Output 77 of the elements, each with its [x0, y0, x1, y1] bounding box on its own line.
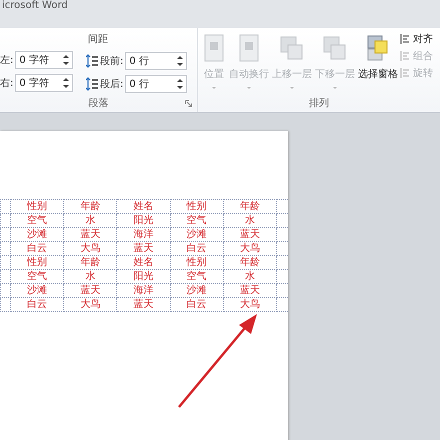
spacing-field-label: 段前:	[100, 55, 124, 68]
spin-arrows-icon[interactable]	[63, 54, 70, 66]
spacing-field[interactable]: 0 行	[125, 75, 188, 93]
ribbon-button[interactable]: 选择窗格	[357, 28, 399, 94]
line-spacing-icon	[86, 54, 98, 68]
table-cell: 水	[64, 214, 117, 228]
layer-icon	[237, 34, 261, 62]
group-label: 排列	[309, 96, 329, 110]
table-cell: 姓名	[116, 256, 170, 270]
indent-label: 右:	[0, 77, 14, 90]
table-cell: 大鸟	[223, 298, 276, 312]
table-cell: 白云	[10, 242, 64, 256]
arrange-icon	[400, 34, 410, 44]
table-cell: 白云	[10, 298, 64, 312]
window-title: icrosoft Word	[1, 0, 68, 12]
table-cell: 蓝天	[116, 298, 170, 312]
table-cell: 水	[223, 270, 276, 284]
table-cell: 沙滩	[10, 284, 64, 298]
table-cell: 大鸟	[223, 242, 276, 256]
table-cell: 年龄	[64, 200, 117, 214]
table-cell	[0, 242, 11, 256]
layer-icon	[366, 34, 390, 62]
table-cell: 沙滩	[10, 228, 64, 242]
table-cell: 海洋	[116, 284, 170, 298]
spin-arrows-icon[interactable]	[177, 55, 184, 67]
line-spacing-icon	[86, 77, 98, 91]
table-cell	[0, 284, 11, 298]
table-cell: 蓝天	[223, 228, 276, 242]
spacing-field-label: 段后:	[100, 78, 124, 91]
table-cell: 性别	[170, 200, 224, 214]
table-cell: 白云	[170, 242, 224, 256]
spin-arrows-icon[interactable]	[63, 77, 70, 89]
table-cell: 白云	[170, 298, 224, 312]
spin-arrows-icon[interactable]	[177, 78, 184, 90]
table-cell: 大鸟	[64, 242, 117, 256]
dialog-launcher-icon[interactable]	[185, 100, 192, 107]
table-cell: 阳光	[116, 270, 170, 284]
indent-label: 左:	[0, 54, 14, 67]
table-cell: 阳光	[116, 214, 170, 228]
indent-field[interactable]: 0 字符	[15, 74, 74, 92]
table-cell: 大鸟	[64, 298, 117, 312]
table-cell	[0, 228, 11, 242]
table-cell: 蓝天	[64, 284, 117, 298]
layer-icon	[280, 34, 304, 62]
table-cell: 空气	[170, 214, 224, 228]
table-cell: 蓝天	[223, 284, 276, 298]
table-cell: 沙滩	[170, 284, 224, 298]
table-cell: 水	[223, 214, 276, 228]
table-cell: 年龄	[64, 256, 117, 270]
ribbon-small-button[interactable]: 对齐	[400, 32, 433, 46]
indent-field[interactable]: 0 字符	[15, 51, 74, 69]
table-cell: 水	[64, 270, 117, 284]
spacing-field[interactable]: 0 行	[125, 52, 188, 70]
table-cell: 空气	[170, 270, 224, 284]
arrange-icon	[400, 68, 410, 78]
table-cell: 性别	[170, 256, 224, 270]
table-cell: 性别	[10, 200, 64, 214]
table-cell: 海洋	[116, 228, 170, 242]
table-cell: 性别	[10, 256, 64, 270]
layer-icon	[323, 34, 347, 62]
table-cell	[0, 200, 11, 214]
arrange-icon	[400, 51, 410, 61]
table-cell	[0, 270, 11, 284]
table-cell: 沙滩	[170, 228, 224, 242]
table-cell: 年龄	[223, 200, 276, 214]
group-label: 段落	[88, 96, 108, 110]
table-cell: 蓝天	[64, 228, 117, 242]
table-cell	[0, 214, 11, 228]
table-cell: 姓名	[116, 200, 170, 214]
table-cell: 空气	[10, 214, 64, 228]
table-cell	[0, 298, 11, 312]
table-cell: 空气	[10, 270, 64, 284]
table-cell: 蓝天	[116, 242, 170, 256]
spacing-label: 间距	[88, 33, 109, 47]
table-cell: 年龄	[223, 256, 276, 270]
layer-icon	[202, 34, 226, 62]
table-cell	[0, 256, 11, 270]
